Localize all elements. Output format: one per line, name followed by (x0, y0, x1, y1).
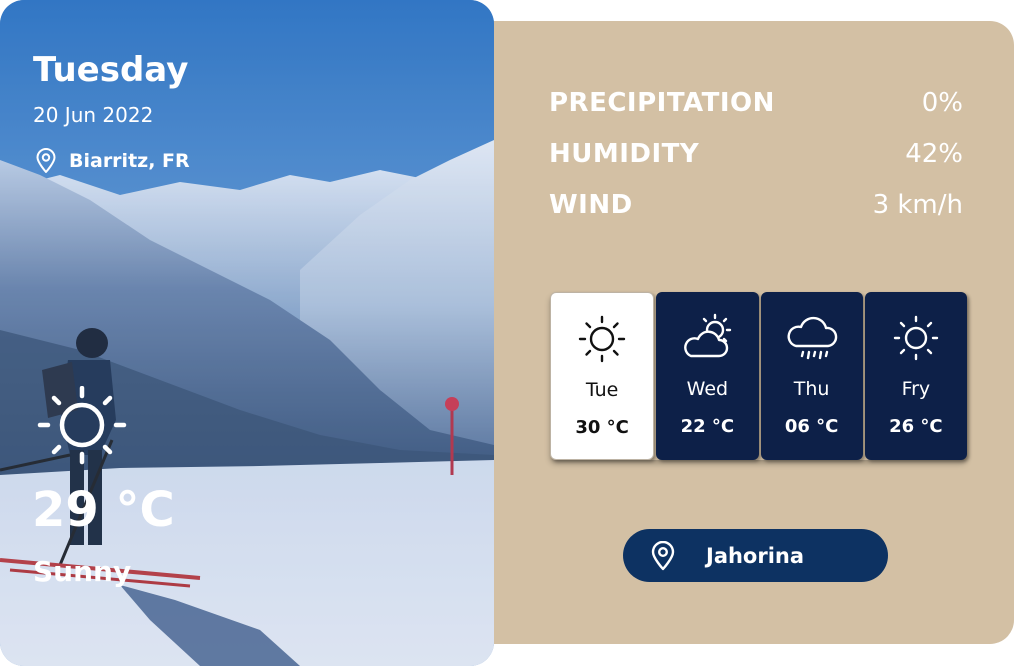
stat-humidity: HUMIDITY 42% (549, 128, 963, 179)
forecast-day-temp: 06 °C (784, 416, 839, 437)
forecast-strip: Tue 30 °C Wed 22 °C Thu 06 °C Fry 26 °C (550, 292, 967, 460)
stat-wind: WIND 3 km/h (549, 179, 963, 230)
weather-details-panel: PRECIPITATION 0% HUMIDITY 42% WIND 3 km/… (470, 21, 1014, 644)
current-temperature: 29 °C (32, 482, 175, 538)
forecast-day-tue[interactable]: Tue 30 °C (550, 292, 655, 460)
change-location-button[interactable]: Jahorina (623, 529, 888, 582)
location-pin-icon (36, 148, 56, 173)
forecast-day-label: Fry (901, 378, 931, 400)
location-pin-icon (651, 540, 675, 570)
forecast-day-label: Wed (686, 378, 729, 400)
sun-icon (893, 315, 939, 361)
stat-label: WIND (549, 189, 633, 220)
location-button-label: Jahorina (706, 543, 805, 568)
forecast-day-label: Tue (585, 379, 619, 401)
forecast-day-wed[interactable]: Wed 22 °C (656, 292, 759, 460)
forecast-day-thu[interactable]: Thu 06 °C (760, 292, 863, 460)
forecast-day-temp: 22 °C (680, 416, 735, 437)
sun-icon (578, 315, 626, 363)
forecast-day-temp: 30 °C (575, 417, 629, 438)
forecast-day-label: Thu (793, 378, 830, 400)
stat-label: PRECIPITATION (549, 87, 775, 118)
stat-value: 0% (921, 87, 963, 118)
sun-icon (37, 386, 127, 465)
stat-value: 42% (905, 138, 963, 169)
current-location-label: Biarritz, FR (69, 150, 190, 172)
current-weather-card: Tuesday 20 Jun 2022 Biarritz, FR 29 °C S… (0, 0, 494, 666)
current-weather-overlay: Tuesday 20 Jun 2022 Biarritz, FR 29 °C S… (0, 0, 494, 666)
forecast-day-fry[interactable]: Fry 26 °C (864, 292, 967, 460)
partly-cloudy-icon (684, 313, 732, 358)
weather-stats: PRECIPITATION 0% HUMIDITY 42% WIND 3 km/… (549, 77, 963, 230)
current-location: Biarritz, FR (35, 148, 190, 174)
current-date: 20 Jun 2022 (33, 103, 154, 127)
forecast-day-temp: 26 °C (889, 416, 943, 437)
stat-precipitation: PRECIPITATION 0% (549, 77, 963, 128)
stat-label: HUMIDITY (549, 138, 700, 169)
current-day-title: Tuesday (33, 50, 189, 90)
rain-cloud-icon (787, 316, 837, 360)
current-condition: Sunny (33, 555, 132, 588)
stat-value: 3 km/h (872, 189, 963, 220)
